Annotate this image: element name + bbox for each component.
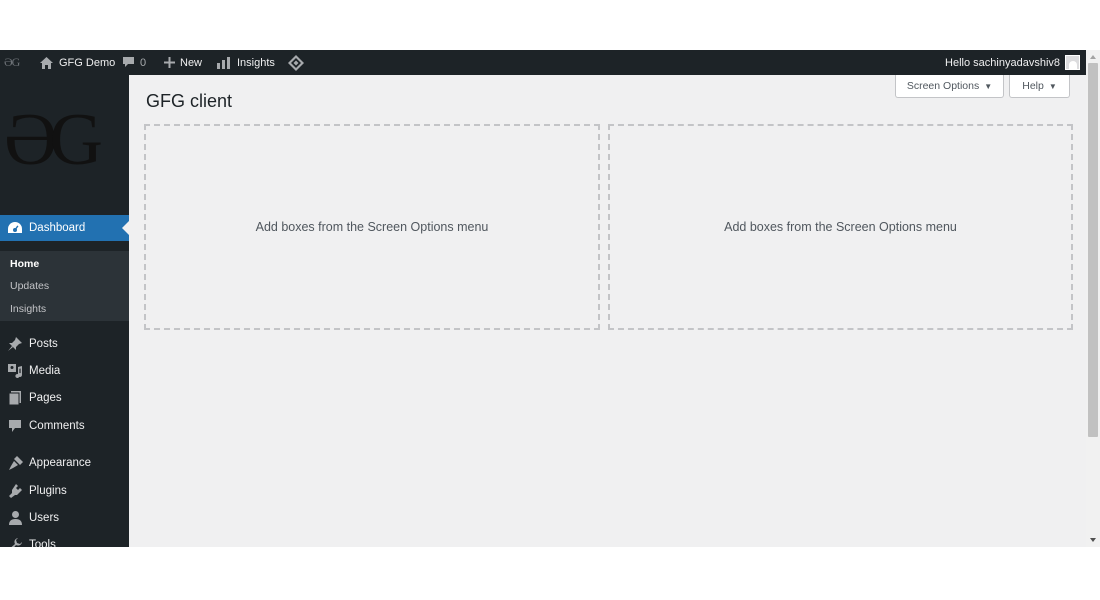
scrollbar-thumb[interactable] [1088, 63, 1098, 437]
media-icon [7, 363, 23, 379]
insights-label: Insights [237, 56, 275, 69]
menu-item-label: Users [29, 512, 60, 524]
site-logo-icon[interactable]: ƏG [4, 50, 20, 75]
plugins-icon [7, 483, 23, 499]
diamond-icon[interactable] [288, 50, 304, 75]
comments-count: 0 [140, 56, 147, 69]
menu-item-tools[interactable]: Tools [0, 532, 129, 547]
my-account-link[interactable]: Hello sachinyadavshiv8 [945, 50, 1080, 75]
scroll-up-arrow-icon[interactable] [1090, 55, 1096, 59]
widget-drop-zone[interactable]: Add boxes from the Screen Options menu [144, 124, 600, 330]
menu-item-label: Media [29, 365, 61, 377]
screen-options-button[interactable]: Screen Options ▼ [895, 75, 1004, 98]
caret-down-icon: ▼ [984, 81, 993, 91]
insights-link[interactable]: Insights [217, 50, 275, 75]
menu-item-label: Posts [29, 338, 58, 350]
menu-item-label: Comments [29, 420, 85, 432]
users-icon [7, 510, 23, 526]
pin-icon [7, 336, 23, 352]
menu-item-plugins[interactable]: Plugins [0, 478, 129, 504]
help-label: Help [1022, 80, 1044, 92]
menu-item-label: Plugins [29, 485, 67, 497]
menu-item-users[interactable]: Users [0, 505, 129, 531]
screen-options-label: Screen Options [906, 80, 980, 92]
avatar [1065, 55, 1080, 70]
menu-item-label: Dashboard [29, 222, 86, 234]
menu-item-label: Appearance [29, 457, 92, 469]
tools-icon [7, 537, 23, 547]
comments-icon [7, 418, 23, 434]
menu-item-media[interactable]: Media [0, 358, 129, 384]
submenu-item-insights[interactable]: Insights [10, 303, 46, 315]
widget-drop-zone[interactable]: Add boxes from the Screen Options menu [608, 124, 1073, 330]
admin-sidebar: ƏG Dashboard Home Updates Insights Posts… [0, 75, 129, 547]
menu-item-comments[interactable]: Comments [0, 413, 129, 439]
menu-item-pages[interactable]: Pages [0, 385, 129, 411]
submenu-item-updates[interactable]: Updates [10, 280, 49, 292]
plus-icon [164, 57, 175, 68]
pages-icon [7, 390, 23, 406]
comment-bubble-icon [123, 57, 134, 68]
help-button[interactable]: Help ▼ [1009, 75, 1070, 98]
wordpress-admin-window: ƏG GFG Demo 0 New Insights Hello sachiny… [0, 50, 1100, 547]
caret-down-icon: ▼ [1048, 81, 1057, 91]
current-menu-arrow [122, 221, 129, 235]
submenu-item-home[interactable]: Home [10, 258, 39, 270]
comments-link[interactable]: 0 [123, 50, 146, 75]
menu-item-posts[interactable]: Posts [0, 331, 129, 357]
bar-chart-icon [217, 56, 231, 69]
admin-bar: ƏG GFG Demo 0 New Insights Hello sachiny… [0, 50, 1086, 75]
appearance-icon [7, 455, 23, 471]
dashboard-icon [7, 220, 23, 236]
site-name-label: GFG Demo [59, 56, 116, 69]
scroll-down-arrow-icon[interactable] [1090, 538, 1096, 542]
page-title: GFG client [146, 91, 233, 111]
dashboard-submenu: Home Updates Insights [0, 251, 129, 321]
menu-item-label: Pages [29, 392, 62, 404]
drop-zone-placeholder: Add boxes from the Screen Options menu [724, 220, 957, 234]
menu-item-dashboard[interactable]: Dashboard [0, 215, 129, 241]
menu-item-appearance[interactable]: Appearance [0, 450, 129, 476]
menu-item-label: Tools [29, 539, 56, 547]
brand-logo: ƏG [4, 99, 103, 181]
drop-zone-placeholder: Add boxes from the Screen Options menu [255, 220, 489, 234]
site-name-link[interactable]: GFG Demo [40, 50, 115, 75]
new-label: New [180, 56, 203, 69]
new-content-link[interactable]: New [164, 50, 202, 75]
home-icon [40, 56, 53, 69]
account-greeting: Hello sachinyadavshiv8 [945, 56, 1060, 69]
